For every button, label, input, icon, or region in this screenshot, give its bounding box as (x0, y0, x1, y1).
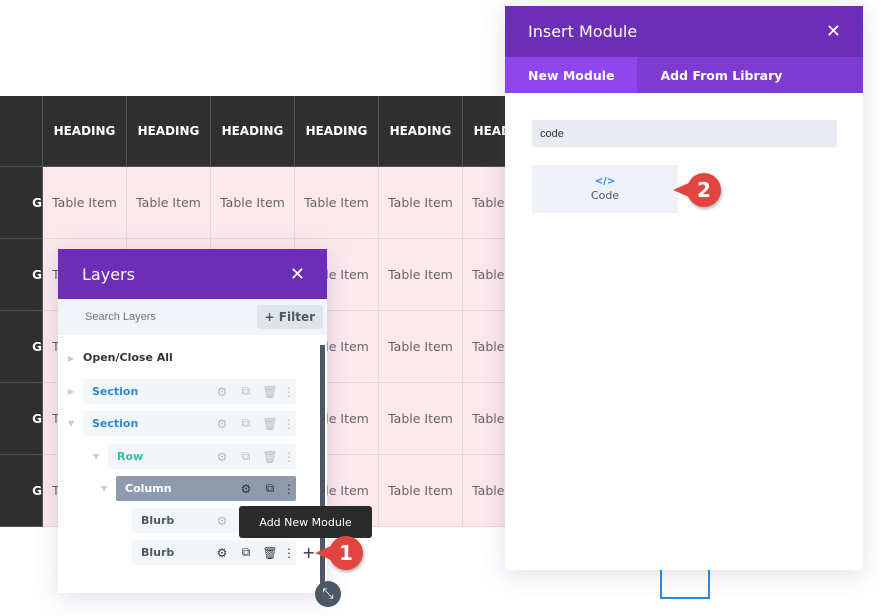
trash-icon[interactable]: 🗑 (258, 417, 282, 431)
row-heading: G (0, 239, 43, 311)
more-icon[interactable]: ⋮ (282, 482, 296, 496)
table-cell: Table Item (295, 167, 379, 239)
module-placeholder (660, 570, 710, 599)
insert-title: Insert Module (528, 22, 638, 41)
layer-item[interactable]: Column ⚙ ⧉ ⋮ (116, 476, 296, 501)
trash-icon[interactable]: 🗑 (258, 546, 282, 560)
duplicate-icon[interactable]: ⧉ (258, 481, 282, 496)
step-badge-1: 1 (315, 536, 363, 570)
table-cell: Table Item (379, 167, 463, 239)
caret-right-icon[interactable]: ▶ (68, 354, 74, 363)
open-close-all[interactable]: Open/Close All (83, 351, 173, 364)
search-layers-input[interactable] (85, 311, 235, 323)
table-cell: Table Item (127, 167, 211, 239)
layer-label: Blurb (141, 546, 175, 559)
caret-down-icon[interactable]: ▼ (101, 484, 107, 493)
more-icon[interactable]: ⋮ (282, 417, 296, 431)
insert-module-panel: Insert Module ✕ New Module Add From Librar… (505, 6, 863, 570)
layer-item[interactable]: Row ⚙ ⧉ 🗑 ⋮ (108, 444, 296, 469)
duplicate-icon[interactable]: ⧉ (234, 449, 258, 464)
layer-item[interactable]: Section ⚙ ⧉ 🗑 ⋮ (83, 411, 296, 436)
step-badge-2: 2 (673, 173, 721, 207)
gear-icon[interactable]: ⚙ (210, 417, 234, 431)
duplicate-icon[interactable]: ⧉ (234, 384, 258, 399)
table-cell: Table Item (211, 167, 295, 239)
caret-down-icon[interactable]: ▼ (68, 419, 74, 428)
table-header: HEADING (43, 96, 127, 167)
trash-icon[interactable]: 🗑 (258, 450, 282, 464)
layer-label: Column (125, 482, 172, 495)
layer-item[interactable]: Section ⚙ ⧉ 🗑 ⋮ (83, 379, 296, 404)
table-cell: Table Item (379, 239, 463, 311)
row-heading: G (0, 383, 43, 455)
layers-panel: Layers ✕ + Filter ▶ Open/Close All ▶ Sect… (58, 249, 327, 593)
module-search-input[interactable] (532, 120, 837, 147)
row-heading: G (0, 311, 43, 383)
tooltip: Add New Module (239, 506, 372, 538)
resize-handle[interactable]: ⤡ (315, 581, 341, 607)
gear-icon[interactable]: ⚙ (210, 514, 234, 528)
layer-label: Row (117, 450, 144, 463)
row-heading: G (0, 455, 43, 527)
gear-icon[interactable]: ⚙ (210, 385, 234, 399)
table-header: HEADING (379, 96, 463, 167)
duplicate-icon[interactable]: ⧉ (234, 545, 258, 560)
more-icon[interactable]: ⋮ (282, 385, 296, 399)
gear-icon[interactable]: ⚙ (210, 450, 234, 464)
table-cell: Table Item (379, 311, 463, 383)
layers-header: Layers ✕ (58, 249, 327, 299)
tab-add-from-library[interactable]: Add From Library (637, 57, 805, 93)
code-label: Code (590, 189, 620, 202)
duplicate-icon[interactable]: ⧉ (234, 416, 258, 431)
more-icon[interactable]: ⋮ (282, 546, 296, 560)
layer-label: Blurb (141, 514, 175, 527)
table-header: HEADING (127, 96, 211, 167)
tab-new-module[interactable]: New Module (505, 57, 638, 93)
table-cell: Table Item (379, 383, 463, 455)
gear-icon[interactable]: ⚙ (210, 546, 234, 560)
code-module-button[interactable]: </> Code (532, 165, 678, 213)
caret-right-icon[interactable]: ▶ (68, 387, 74, 396)
close-icon[interactable]: ✕ (826, 21, 841, 42)
layer-label: Section (92, 417, 139, 430)
close-icon[interactable]: ✕ (290, 264, 305, 285)
add-module-button[interactable]: + (302, 543, 315, 562)
table-header: HEADING (211, 96, 295, 167)
table-cell: Table Item (379, 455, 463, 527)
layer-item[interactable]: Blurb ⚙ ⧉ 🗑 ⋮ (132, 540, 296, 565)
table-cell: Table Item (43, 167, 127, 239)
filter-button[interactable]: + Filter (256, 305, 323, 329)
layers-title: Layers (82, 264, 135, 284)
code-icon: </> (594, 176, 616, 187)
gear-icon[interactable]: ⚙ (234, 482, 258, 496)
layer-label: Section (92, 385, 139, 398)
trash-icon[interactable]: 🗑 (258, 385, 282, 399)
caret-down-icon[interactable]: ▼ (93, 452, 99, 461)
table-corner (0, 96, 43, 167)
more-icon[interactable]: ⋮ (282, 450, 296, 464)
row-heading: G (0, 167, 43, 239)
table-header: HEADING (295, 96, 379, 167)
